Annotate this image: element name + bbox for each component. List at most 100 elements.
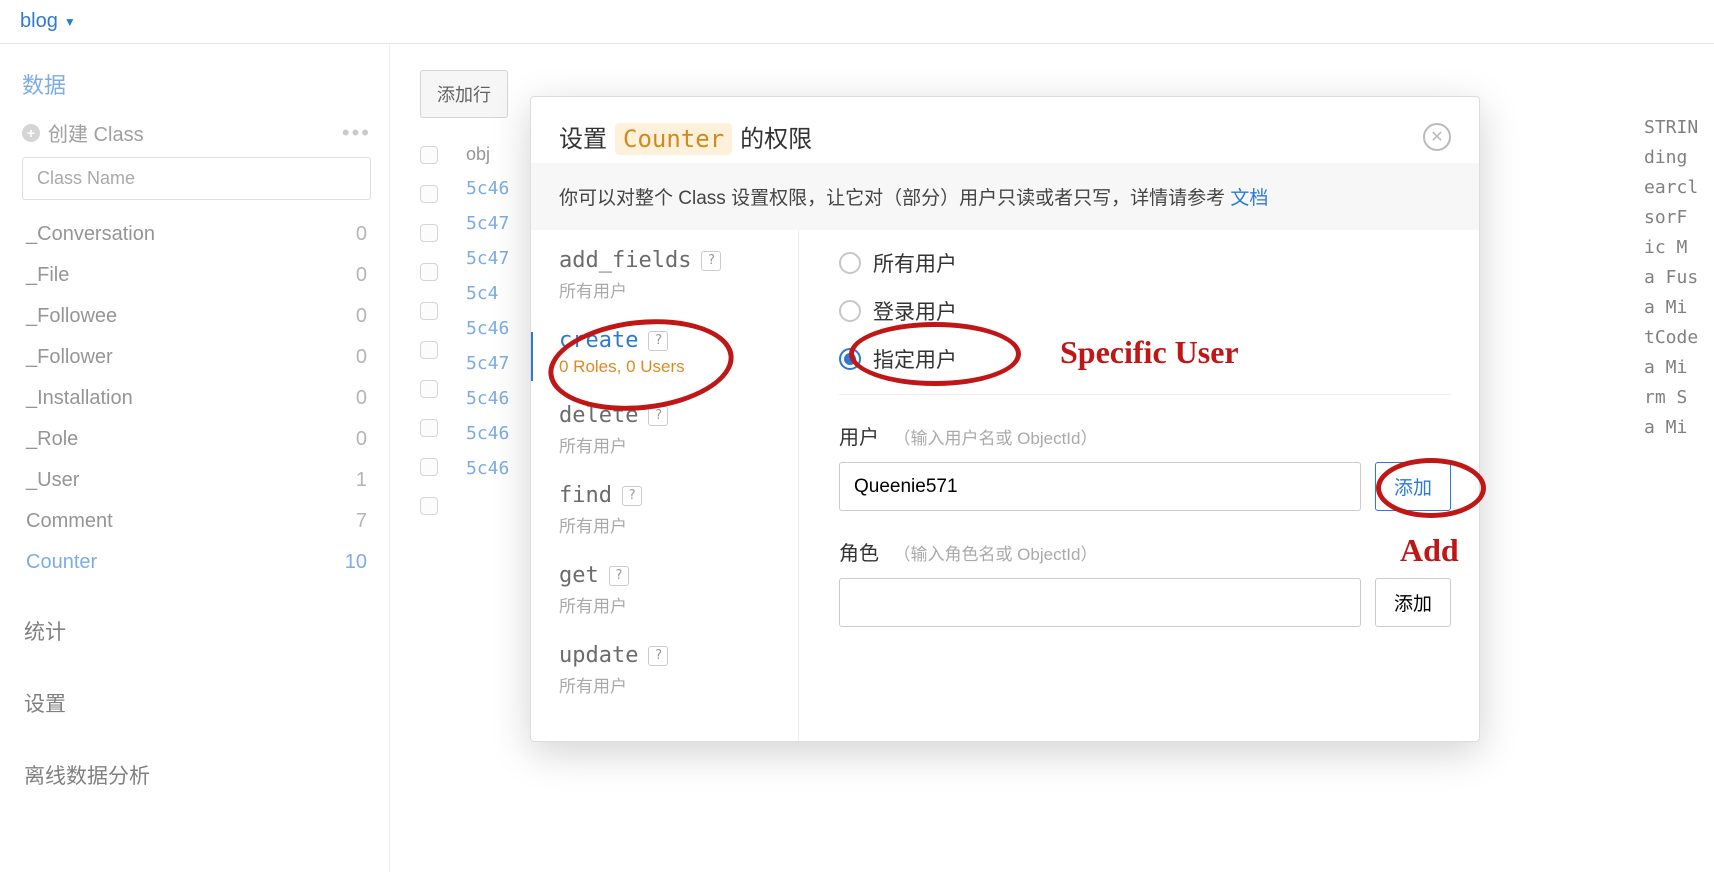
nav-settings[interactable]: 设置 — [22, 679, 371, 727]
help-icon[interactable]: ? — [648, 646, 668, 666]
help-icon[interactable]: ? — [648, 406, 668, 426]
permission-panel: 所有用户 登录用户 指定用户 用户 （输入用户名或 ObjectId） 添加 — [799, 230, 1479, 741]
role-field-hint: （输入角色名或 ObjectId） — [893, 545, 1097, 564]
objectid-link[interactable]: 5c46 — [466, 178, 509, 199]
row-checkbox[interactable] — [420, 185, 438, 203]
radio-icon — [839, 300, 861, 322]
row-checkbox[interactable] — [420, 419, 438, 437]
objectid-link[interactable]: 5c46 — [466, 423, 509, 444]
cell-text: rm S — [1644, 387, 1714, 408]
modal-title-prefix: 设置 — [559, 119, 607, 154]
user-input[interactable] — [839, 462, 1361, 511]
sidebar-item-comment[interactable]: Comment 7 — [22, 501, 371, 542]
classname-input[interactable] — [22, 157, 371, 200]
class-name: _Follower — [26, 346, 113, 369]
perm-sub: 所有用户 — [559, 592, 780, 617]
sidebar-item-_conversation[interactable]: _Conversation0 — [22, 214, 371, 255]
column-header-objectid[interactable]: obj — [466, 144, 509, 165]
more-icon[interactable]: ••• — [342, 120, 371, 146]
perm-item-find[interactable]: find?所有用户 — [559, 483, 780, 537]
sidebar-item-_followee[interactable]: _Followee 0 — [22, 296, 371, 337]
row-checkbox[interactable] — [420, 458, 438, 476]
app-switcher[interactable]: blog ▼ — [20, 10, 76, 33]
class-name: _Followee — [26, 305, 117, 328]
perm-sub: 所有用户 — [559, 672, 780, 697]
create-class-button[interactable]: + 创建 Class — [22, 118, 144, 147]
objectid-link[interactable]: 5c46 — [466, 458, 509, 479]
perm-item-update[interactable]: update? 所有用户 — [559, 643, 780, 697]
cell-text: ic M — [1644, 237, 1714, 258]
caret-down-icon: ▼ — [64, 15, 76, 29]
cell-text: a Mi — [1644, 297, 1714, 318]
modal-title-suffix: 的权限 — [740, 119, 812, 154]
add-row-button[interactable]: 添加行 — [420, 70, 508, 118]
create-class-label: 创建 Class — [48, 118, 144, 147]
nav-stats[interactable]: 统计 — [22, 607, 371, 655]
class-count: 7 — [356, 510, 367, 533]
sidebar-item-_installation[interactable]: _Installation 0 — [22, 378, 371, 419]
add-role-button[interactable]: 添加 — [1375, 578, 1451, 627]
objectid-link[interactable]: 5c46 — [466, 388, 509, 409]
objectid-link[interactable]: 5c47 — [466, 353, 509, 374]
role-input[interactable] — [839, 578, 1361, 627]
row-checkbox[interactable] — [420, 341, 438, 359]
help-icon[interactable]: ? — [701, 251, 721, 271]
objectid-link[interactable]: 5c46 — [466, 318, 509, 339]
objectid-link[interactable]: 5c47 — [466, 213, 509, 234]
sidebar-section-data[interactable]: 数据 — [22, 68, 371, 100]
perm-item-get[interactable]: get? 所有用户 — [559, 563, 780, 617]
perm-name: add_fields? — [559, 248, 780, 273]
class-count: 0 — [356, 305, 367, 328]
modal-doc-link[interactable]: 文档 — [1230, 188, 1268, 209]
class-name: Comment — [26, 510, 113, 533]
objectid-link[interactable]: 5c4 — [466, 283, 509, 304]
sidebar-item-_role[interactable]: _Role0 — [22, 419, 371, 460]
objectid-link[interactable]: 5c47 — [466, 248, 509, 269]
row-checkbox[interactable] — [420, 497, 438, 515]
column-header-string[interactable]: STRIN — [1644, 117, 1714, 138]
radio-all-users[interactable]: 所有用户 — [839, 248, 1451, 278]
perm-name: update? — [559, 643, 780, 668]
perm-name: get? — [559, 563, 780, 588]
class-count: 1 — [356, 469, 367, 492]
class-name: _Conversation — [26, 223, 155, 246]
checkbox-header[interactable] — [420, 146, 438, 164]
perm-name: find? — [559, 483, 780, 508]
permissions-modal: 设置 Counter 的权限 ✕ 你可以对整个 Class 设置权限，让它对（部… — [530, 96, 1480, 742]
help-icon[interactable]: ? — [622, 486, 642, 506]
perm-item-add_fields[interactable]: add_fields?所有用户 — [559, 248, 780, 302]
plus-circle-icon: + — [22, 124, 40, 142]
sidebar-item-_user[interactable]: _User1 — [22, 460, 371, 501]
radio-icon — [839, 348, 861, 370]
modal-title: 设置 Counter 的权限 — [559, 119, 812, 155]
sidebar-item-_file[interactable]: _File 0 — [22, 255, 371, 296]
row-checkbox[interactable] — [420, 224, 438, 242]
perm-item-create[interactable]: create?0 Roles, 0 Users — [559, 328, 780, 377]
sidebar-item-_follower[interactable]: _Follower0 — [22, 337, 371, 378]
help-icon[interactable]: ? — [648, 331, 668, 351]
sidebar-item-counter[interactable]: Counter10 — [22, 542, 371, 583]
radio-icon — [839, 252, 861, 274]
user-field-hint: （输入用户名或 ObjectId） — [893, 429, 1097, 448]
close-icon[interactable]: ✕ — [1423, 123, 1451, 151]
class-count: 0 — [356, 264, 367, 287]
class-count: 0 — [356, 387, 367, 410]
permission-list: add_fields?所有用户create?0 Roles, 0 Usersde… — [531, 230, 799, 741]
help-icon[interactable]: ? — [609, 566, 629, 586]
add-user-button[interactable]: 添加 — [1375, 462, 1451, 511]
row-checkbox[interactable] — [420, 263, 438, 281]
class-name: _File — [26, 264, 69, 287]
nav-offline[interactable]: 离线数据分析 — [22, 751, 371, 799]
radio-specific-user[interactable]: 指定用户 — [839, 344, 1451, 374]
radio-logged-in[interactable]: 登录用户 — [839, 296, 1451, 326]
row-checkbox[interactable] — [420, 302, 438, 320]
modal-description: 你可以对整个 Class 设置权限，让它对（部分）用户只读或者只写，详情请参考 … — [531, 163, 1479, 230]
radio-all-users-label: 所有用户 — [873, 248, 957, 278]
perm-name: create? — [559, 328, 780, 353]
role-field-label: 角色 — [839, 543, 879, 565]
perm-item-delete[interactable]: delete?所有用户 — [559, 403, 780, 457]
row-checkbox[interactable] — [420, 380, 438, 398]
user-field-label: 用户 — [839, 427, 879, 449]
class-name: _Installation — [26, 387, 133, 410]
modal-title-classname: Counter — [615, 123, 732, 155]
